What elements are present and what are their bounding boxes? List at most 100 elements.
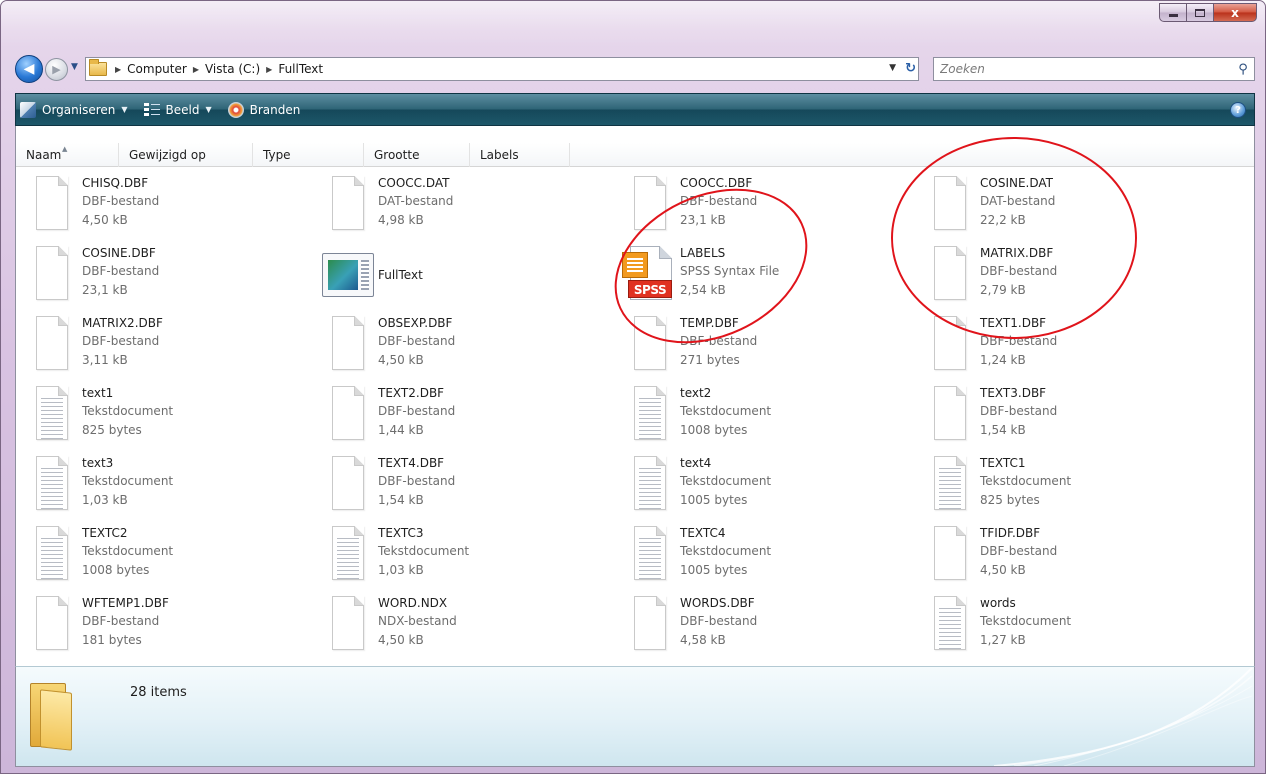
file-size: 3,11 kB [82,353,128,367]
file-item[interactable]: TEXT4.DBF DBF-bestand 1,54 kB [332,454,622,518]
breadcrumb-computer[interactable]: Computer [127,62,187,76]
blank-document-icon [332,594,364,650]
minimize-button[interactable] [1159,3,1186,22]
blank-document-icon [634,594,666,650]
file-name: CHISQ.DBF [82,176,149,190]
help-button[interactable]: ? [1230,102,1246,118]
column-header-labels[interactable]: Labels [470,143,570,167]
file-type: Tekstdocument [680,474,772,488]
file-item[interactable]: COOCC.DAT DAT-bestand 4,98 kB [332,174,622,238]
breadcrumb-separator-icon[interactable]: ▶ [193,65,199,74]
address-dropdown-icon[interactable]: ▼ [889,63,896,73]
file-item[interactable]: text2 Tekstdocument 1008 bytes [634,384,924,448]
file-name: OBSEXP.DBF [378,316,453,330]
file-item[interactable]: TEXTC4 Tekstdocument 1005 bytes [634,524,924,588]
file-item[interactable]: text1 Tekstdocument 825 bytes [36,384,326,448]
file-size: 4,50 kB [82,213,128,227]
file-size: 22,2 kB [980,213,1026,227]
close-button[interactable]: x [1213,3,1257,22]
file-item[interactable]: text4 Tekstdocument 1005 bytes [634,454,924,518]
column-header-label: Type [263,148,291,162]
burn-button[interactable]: Branden [227,101,300,118]
file-item[interactable]: SPSS LABELS SPSS Syntax File 2,54 kB [622,244,924,308]
breadcrumb-drive[interactable]: Vista (C:) [205,62,260,76]
file-item[interactable]: WFTEMP1.DBF DBF-bestand 181 bytes [36,594,326,658]
column-header-type[interactable]: Type [253,143,364,167]
file-name: TEXTC3 [378,526,424,540]
column-header-modified[interactable]: Gewijzigd op [119,143,253,167]
file-item[interactable]: WORD.NDX NDX-bestand 4,50 kB [332,594,622,658]
file-size: 4,50 kB [378,633,424,647]
column-header-label: Naam [26,148,62,162]
chevron-down-icon: ▼ [121,105,128,114]
maximize-button[interactable] [1186,3,1213,22]
file-item[interactable]: TEXTC1 Tekstdocument 825 bytes [934,454,1224,518]
view-icon [143,101,160,118]
chevron-down-icon: ▼ [205,105,212,114]
title-bar[interactable] [1,1,1265,47]
file-item[interactable]: TEXT2.DBF DBF-bestand 1,44 kB [332,384,622,448]
file-type: DBF-bestand [378,334,456,348]
blank-document-icon [332,384,364,440]
breadcrumb-separator-icon[interactable]: ▶ [115,65,121,74]
file-item[interactable]: COSINE.DBF DBF-bestand 23,1 kB [36,244,326,308]
file-name: MATRIX2.DBF [82,316,163,330]
file-item[interactable]: MATRIX2.DBF DBF-bestand 3,11 kB [36,314,326,378]
file-name: TEXTC1 [980,456,1026,470]
file-name: FullText [378,268,423,282]
view-button[interactable]: Beeld ▼ [143,101,212,118]
file-item[interactable]: COOCC.DBF DBF-bestand 23,1 kB [634,174,924,238]
blank-document-icon [934,244,966,300]
file-item[interactable]: TEMP.DBF DBF-bestand 271 bytes [634,314,924,378]
organize-button[interactable]: Organiseren ▼ [20,101,128,118]
close-icon: x [1231,5,1239,20]
file-size: 2,79 kB [980,283,1026,297]
address-bar[interactable]: ▶ Computer ▶ Vista (C:) ▶ FullText ▼ ↻ [85,57,919,81]
file-item[interactable]: words Tekstdocument 1,27 kB [934,594,1224,658]
file-item[interactable]: text3 Tekstdocument 1,03 kB [36,454,326,518]
recent-pages-dropdown[interactable]: ▼ [71,62,78,72]
file-item[interactable]: MATRIX.DBF DBF-bestand 2,79 kB [934,244,1224,308]
file-grid: CHISQ.DBF DBF-bestand 4,50 kB COOCC.DAT DAT-… [36,174,1246,674]
explorer-window: x ◀ ▶ ▼ ▶ Computer ▶ Vista (C:) ▶ FullTe… [0,0,1266,774]
text-document-icon [634,384,666,440]
file-item[interactable]: CHISQ.DBF DBF-bestand 4,50 kB [36,174,326,238]
file-name: LABELS [680,246,726,260]
file-type: DBF-bestand [680,194,758,208]
search-icon[interactable]: ⚲ [1232,62,1254,77]
file-size: 1005 bytes [680,493,748,507]
file-type: DBF-bestand [82,264,160,278]
file-type: DBF-bestand [980,264,1058,278]
column-header-name[interactable]: Naam ▲ [16,143,119,167]
file-name: MATRIX.DBF [980,246,1054,260]
file-item[interactable]: TEXTC2 Tekstdocument 1008 bytes [36,524,326,588]
file-item[interactable]: TEXTC3 Tekstdocument 1,03 kB [332,524,622,588]
file-size: 1,54 kB [378,493,424,507]
file-item[interactable]: OBSEXP.DBF DBF-bestand 4,50 kB [332,314,622,378]
file-item[interactable]: TEXT3.DBF DBF-bestand 1,54 kB [934,384,1224,448]
file-size: 1,44 kB [378,423,424,437]
refresh-icon[interactable]: ↻ [905,61,916,76]
column-header-size[interactable]: Grootte [364,143,470,167]
file-item[interactable]: FullText [322,244,622,308]
file-size: 23,1 kB [82,283,128,297]
file-name: TEXTC2 [82,526,128,540]
file-size: 1008 bytes [82,563,150,577]
file-item[interactable]: TEXT1.DBF DBF-bestand 1,24 kB [934,314,1224,378]
file-item[interactable]: TFIDF.DBF DBF-bestand 4,50 kB [934,524,1224,588]
back-button[interactable]: ◀ [15,55,43,83]
search-input[interactable] [934,59,1232,79]
file-size: 825 bytes [980,493,1040,507]
file-type: Tekstdocument [378,544,470,558]
breadcrumb-separator-icon[interactable]: ▶ [266,65,272,74]
folder-icon [30,683,74,751]
search-box[interactable]: ⚲ [933,57,1255,81]
breadcrumb-current-folder[interactable]: FullText [278,62,323,76]
file-item[interactable]: WORDS.DBF DBF-bestand 4,58 kB [634,594,924,658]
file-list-pane[interactable]: Naam ▲ Gewijzigd op Type Grootte Labels … [15,126,1255,666]
forward-button[interactable]: ▶ [45,58,68,81]
file-type: DBF-bestand [980,334,1058,348]
decorative-swoosh [994,667,1253,766]
file-item[interactable]: COSINE.DAT DAT-bestand 22,2 kB [934,174,1224,238]
file-size: 1,24 kB [980,353,1026,367]
